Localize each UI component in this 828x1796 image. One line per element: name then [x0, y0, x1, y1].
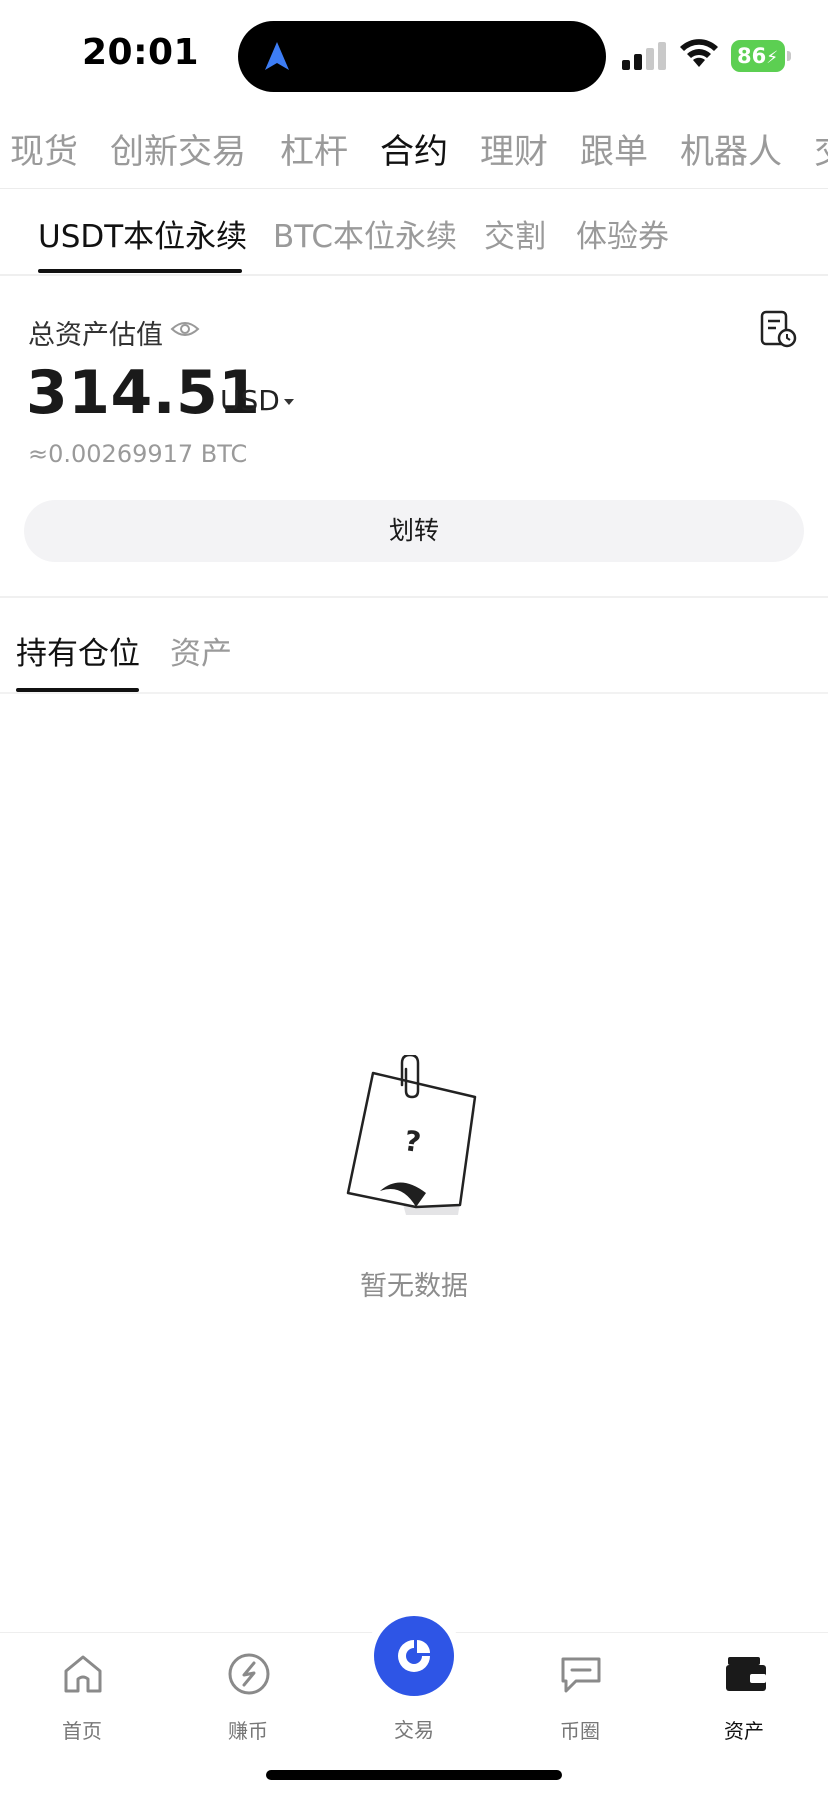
wifi-icon: [680, 39, 718, 67]
status-time: 20:01: [82, 32, 200, 73]
top-nav-earn[interactable]: 理财: [480, 124, 548, 173]
position-tabs: 持有仓位 资产: [0, 598, 828, 694]
tab-btc-perpetual[interactable]: BTC本位永续: [273, 211, 457, 256]
battery-icon: 86⚡: [731, 40, 791, 72]
top-nav-futures[interactable]: 合约: [380, 124, 448, 173]
bottom-tab-label: 赚币: [228, 1719, 268, 1743]
charging-bolt-icon: ⚡: [766, 48, 779, 68]
bottom-tab-earn[interactable]: 赚币: [188, 1633, 308, 1753]
bottom-tab-label: 币圈: [560, 1719, 600, 1743]
bottom-tab-label: 首页: [62, 1719, 102, 1743]
top-nav-copy-trading[interactable]: 跟单: [580, 124, 648, 173]
active-tab-indicator: [38, 269, 242, 273]
currency-selector[interactable]: USD: [220, 384, 280, 417]
earn-icon: [228, 1653, 270, 1695]
chat-icon: [561, 1657, 601, 1693]
tab-usdt-perpetual[interactable]: USDT本位永续: [38, 211, 247, 256]
top-nav-margin[interactable]: 杠杆: [280, 124, 348, 173]
top-nav-bots[interactable]: 机器人: [680, 124, 782, 173]
top-nav-overflow-item[interactable]: 交: [814, 124, 828, 173]
home-icon: [64, 1655, 102, 1693]
asset-history-icon[interactable]: [758, 309, 798, 349]
home-indicator: [266, 1770, 562, 1780]
transfer-button[interactable]: 划转: [24, 500, 804, 562]
top-nav-spot[interactable]: 现货: [10, 124, 78, 173]
trade-button[interactable]: [374, 1616, 454, 1696]
cellular-signal-icon: [622, 42, 666, 70]
battery-level: 86⚡: [731, 40, 785, 72]
trade-icon: [398, 1640, 430, 1672]
bottom-tab-label: 资产: [724, 1719, 764, 1743]
futures-sub-tabs: USDT本位永续 BTC本位永续 交割 体验券: [0, 189, 828, 276]
tab-delivery[interactable]: 交割: [484, 211, 546, 256]
eye-icon[interactable]: [170, 316, 200, 342]
btc-equivalent: ≈0.00269917 BTC: [28, 440, 248, 468]
empty-state-text: 暂无数据: [360, 1271, 468, 1302]
empty-document-icon: ?: [346, 1055, 477, 1215]
tab-assets[interactable]: 资产: [170, 628, 232, 673]
dynamic-island: [238, 21, 606, 92]
tab-open-positions[interactable]: 持有仓位: [16, 628, 140, 673]
tab-trial-vouchers[interactable]: 体验券: [576, 211, 669, 256]
bottom-tab-community[interactable]: 币圈: [520, 1633, 640, 1753]
status-bar: 20:01 86⚡: [0, 0, 828, 110]
battery-cap: [787, 51, 791, 61]
bottom-tab-home[interactable]: 首页: [22, 1633, 142, 1753]
bottom-tab-assets[interactable]: 资产: [684, 1633, 804, 1753]
navigation-arrow-icon: [265, 42, 289, 70]
caret-down-icon[interactable]: [282, 397, 296, 407]
bottom-tab-label-trade[interactable]: 交易: [354, 1714, 474, 1743]
top-nav-innovation-trading[interactable]: 创新交易: [110, 124, 246, 173]
total-assets-label: 总资产估值: [28, 320, 163, 351]
top-category-nav: 现货 创新交易 杠杆 合约 理财 跟单 机器人 交: [0, 110, 828, 189]
battery-percent: 86: [737, 44, 767, 68]
wallet-icon: [726, 1657, 766, 1691]
active-position-tab-indicator: [16, 688, 139, 692]
